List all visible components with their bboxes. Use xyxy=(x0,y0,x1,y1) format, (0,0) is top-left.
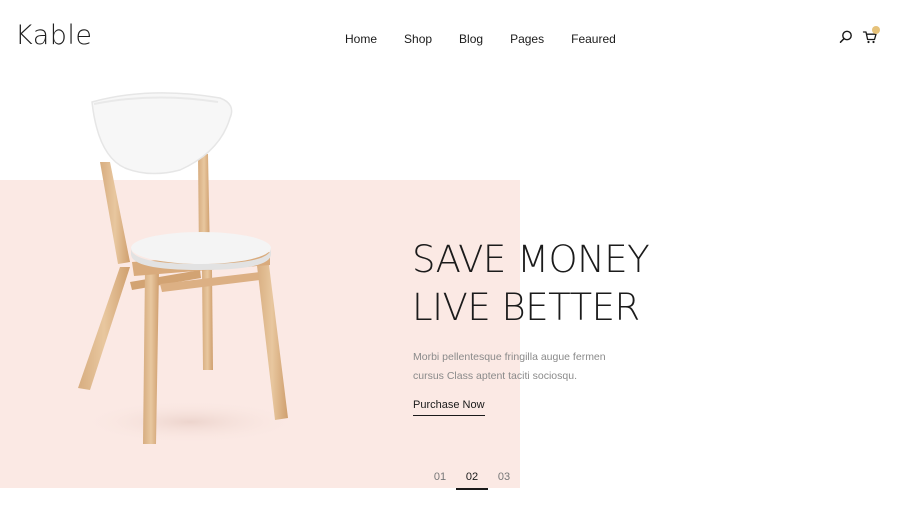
slider-page-02[interactable]: 02 xyxy=(456,470,488,490)
nav-item-shop[interactable]: Shop xyxy=(404,31,432,47)
search-button[interactable] xyxy=(838,29,854,45)
nav-item-pages[interactable]: Pages xyxy=(510,31,544,47)
slider-page-01[interactable]: 01 xyxy=(424,470,456,490)
search-icon xyxy=(839,30,852,43)
nav-item-blog[interactable]: Blog xyxy=(459,31,483,47)
logo-text: Kable xyxy=(15,20,93,51)
logo[interactable]: Kable xyxy=(15,20,93,52)
nav-item-featured[interactable]: Feaured xyxy=(571,31,616,47)
slider-page-03[interactable]: 03 xyxy=(488,470,520,490)
hero-title-line-1: SAVE MONEY xyxy=(412,238,650,281)
chair-image xyxy=(78,92,300,444)
site-header: Kable Home Shop Blog Pages Feaured xyxy=(0,0,900,80)
cart-badge xyxy=(872,26,880,34)
hero-description-line-2: cursus Class aptent taciti sociosqu. xyxy=(413,370,577,382)
cart-button[interactable] xyxy=(862,26,880,45)
hero-title-line-2: LIVE BETTER xyxy=(412,286,640,329)
hero-description: Morbi pellentesque fringilla augue ferme… xyxy=(413,348,623,386)
nav-item-home[interactable]: Home xyxy=(345,31,377,47)
slider-pagination: 01 02 03 xyxy=(424,470,520,490)
purchase-now-link[interactable]: Purchase Now xyxy=(413,398,485,416)
hero-description-line-1: Morbi pellentesque fringilla augue ferme… xyxy=(413,351,606,363)
hero-title: SAVE MONEY LIVE BETTER xyxy=(412,236,772,332)
main-nav: Home Shop Blog Pages Feaured xyxy=(345,31,616,47)
